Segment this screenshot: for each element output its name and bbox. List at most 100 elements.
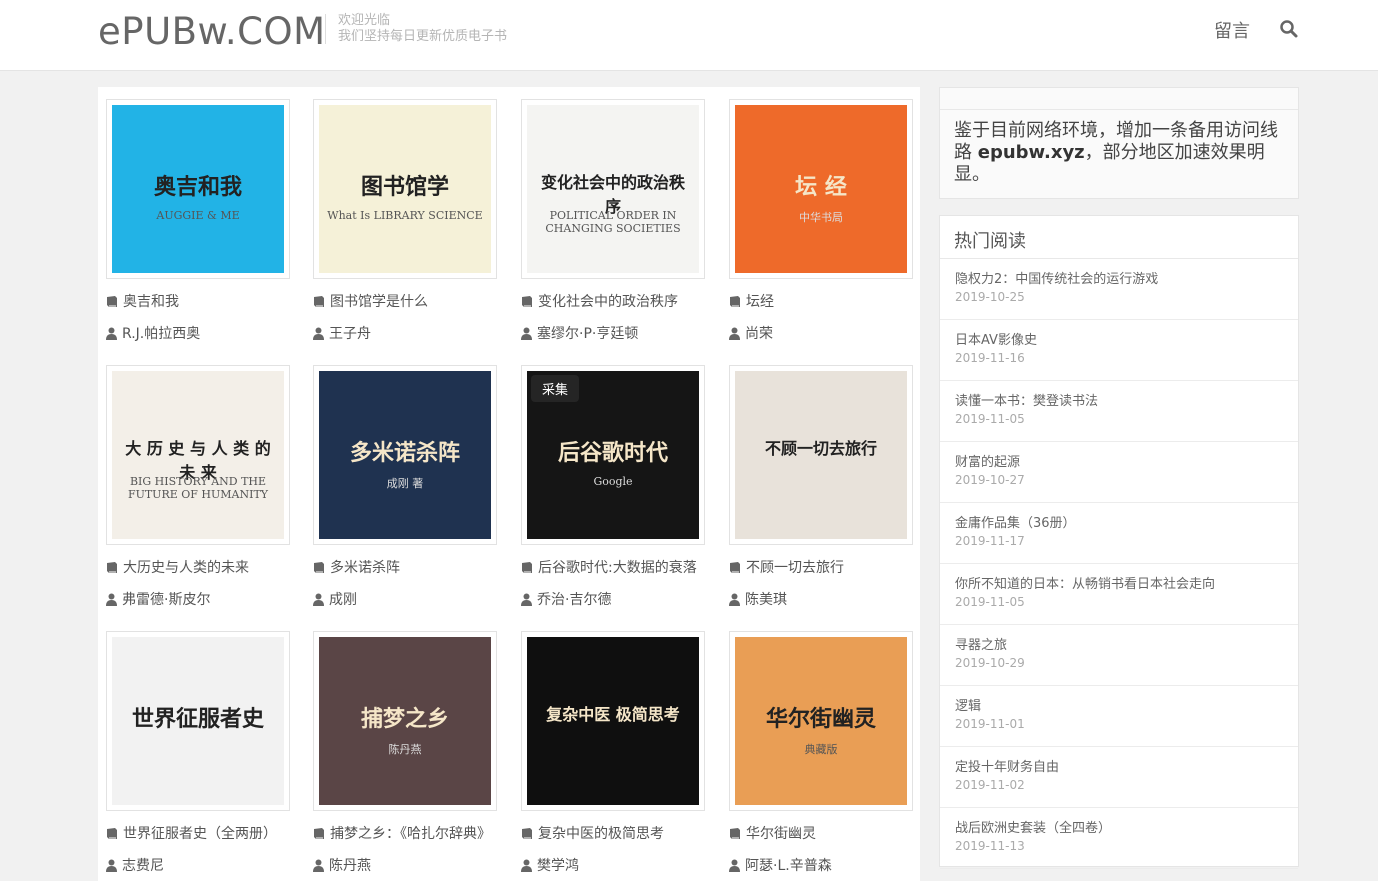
book-title-link[interactable]: 图书馆学是什么 [313, 291, 515, 312]
notice-header [940, 88, 1298, 110]
hot-item-date: 2019-11-17 [955, 534, 1025, 548]
hot-item[interactable]: 你所不知道的日本：从畅销书看日本社会走向 2019-11-05 [940, 564, 1298, 625]
book-title[interactable]: 大历史与人类的未来 [123, 560, 249, 576]
hot-item-title[interactable]: 金庸作品集（36册） [955, 512, 1076, 531]
tagline-welcome: 欢迎光临 [338, 13, 391, 28]
book-cover[interactable]: 坛 经中华书局 [729, 99, 913, 279]
book-cover[interactable]: 世界征服者史 [106, 631, 290, 811]
book-author-name: 弗雷德·斯皮尔 [122, 592, 211, 608]
hot-item-title[interactable]: 读懂一本书：樊登读书法 [955, 390, 1098, 409]
user-icon [521, 859, 532, 876]
search-icon[interactable] [1279, 19, 1299, 39]
book-author: 志费尼 [106, 855, 308, 876]
book-cover[interactable]: 多米诺杀阵 成刚 著 [313, 365, 497, 545]
book-icon [729, 295, 741, 312]
book-author: 陈丹燕 [313, 855, 515, 876]
hot-item-title[interactable]: 日本AV影像史 [955, 329, 1037, 348]
book-icon [313, 561, 325, 578]
site-logo[interactable]: ePUBw.COM [98, 10, 326, 53]
hot-item-title[interactable]: 你所不知道的日本：从畅销书看日本社会走向 [955, 573, 1215, 592]
hot-item-title[interactable]: 战后欧洲史套装（全四卷） [955, 817, 1111, 836]
book-cover[interactable]: 复杂中医 极简思考 [521, 631, 705, 811]
hot-item-date: 2019-11-05 [955, 412, 1025, 426]
book-cover[interactable]: 图书馆学 What Is LIBRARY SCIENCE [313, 99, 497, 279]
book-author-name: 阿瑟·L.辛普森 [745, 858, 832, 874]
cover-title: 不顾一切去旅行 [764, 438, 877, 458]
cover-image: 捕梦之乡 陈丹燕 [319, 637, 491, 805]
book-cover[interactable]: 大 历 史 与 人 类 的 未 来 BIG HISTORY AND THE FUT… [106, 365, 290, 545]
book-cover[interactable]: 后谷歌时代 Google 采集 [521, 365, 705, 545]
book-icon [729, 827, 741, 844]
hot-item-title[interactable]: 隐权力2：中国传统社会的运行游戏 [955, 268, 1158, 287]
book-title[interactable]: 变化社会中的政治秩序 [538, 294, 678, 310]
book-icon [106, 827, 118, 844]
hot-item[interactable]: 隐权力2：中国传统社会的运行游戏 2019-10-25 [940, 259, 1298, 320]
book-title-link[interactable]: 大历史与人类的未来 [106, 557, 308, 578]
book-author-name: 乔治·吉尔德 [537, 592, 612, 608]
hot-item[interactable]: 寻器之旅 2019-10-29 [940, 625, 1298, 686]
book-cover[interactable]: 捕梦之乡 陈丹燕 [313, 631, 497, 811]
hot-item-date: 2019-11-01 [955, 717, 1025, 731]
book-author-name: 陈美琪 [745, 592, 787, 608]
book-title-link[interactable]: 不顾一切去旅行 [729, 557, 931, 578]
hot-item-date: 2019-10-27 [955, 473, 1025, 487]
hot-item-title[interactable]: 寻器之旅 [955, 634, 1007, 653]
user-icon [106, 859, 117, 876]
cover-image: 世界征服者史 [112, 637, 284, 805]
book-title-link[interactable]: 变化社会中的政治秩序 [521, 291, 723, 312]
cover-image: 后谷歌时代 Google 采集 [527, 371, 699, 539]
book-author-name: R.J.帕拉西奥 [122, 326, 201, 342]
hot-reading-panel: 热门阅读 隐权力2：中国传统社会的运行游戏 2019-10-25 日本AV影像史 20… [939, 215, 1299, 869]
book-title[interactable]: 奥吉和我 [123, 294, 179, 310]
book-icon [313, 827, 325, 844]
book-title-link[interactable]: 坛经 [729, 291, 931, 312]
hot-item[interactable]: 逻辑 2019-11-01 [940, 686, 1298, 747]
cover-image: 坛 经中华书局 [735, 105, 907, 273]
book-cover[interactable]: 奥吉和我 AUGGIE & ME [106, 99, 290, 279]
cover-subtitle: BIG HISTORY AND THE FUTURE OF HUMANITY [127, 475, 269, 502]
book-icon [106, 561, 118, 578]
book-title[interactable]: 华尔街幽灵 [746, 826, 816, 842]
nav-message-link[interactable]: 留言 [1214, 17, 1250, 43]
book-icon [313, 295, 325, 312]
hot-item-title[interactable]: 财富的起源 [955, 451, 1020, 470]
tagline-slogan: 我们坚持每日更新优质电子书 [338, 29, 508, 44]
book-cover[interactable]: 华尔街幽灵 典藏版 [729, 631, 913, 811]
hot-item-title[interactable]: 逻辑 [955, 695, 981, 714]
hot-item-title[interactable]: 定投十年财务自由 [955, 756, 1059, 775]
hot-item[interactable]: 读懂一本书：樊登读书法 2019-11-05 [940, 381, 1298, 442]
book-title[interactable]: 复杂中医的极简思考 [538, 826, 664, 842]
book-title[interactable]: 后谷歌时代:大数据的衰落 [538, 560, 697, 576]
book-cover[interactable]: 变化社会中的政治秩序 POLITICAL ORDER IN CHANGING SO… [521, 99, 705, 279]
cover-title: 奥吉和我 [153, 173, 242, 200]
book-title[interactable]: 多米诺杀阵 [330, 560, 400, 576]
book-author: 乔治·吉尔德 [521, 589, 723, 610]
book-title-link[interactable]: 捕梦之乡：《哈扎尔辞典》 [313, 823, 515, 844]
book-author: 塞缪尔·P·亨廷顿 [521, 323, 723, 344]
book-title[interactable]: 世界征服者史（全两册） [123, 826, 277, 842]
book-title-link[interactable]: 华尔街幽灵 [729, 823, 931, 844]
book-title-link[interactable]: 世界征服者史（全两册） [106, 823, 308, 844]
book-title[interactable]: 捕梦之乡：《哈扎尔辞典》 [330, 826, 491, 842]
book-title-link[interactable]: 多米诺杀阵 [313, 557, 515, 578]
book-author: 阿瑟·L.辛普森 [729, 855, 931, 876]
notice-text: 鉴于目前网络环境，增加一条备用访问线路 epubw.xyz，部分地区加速效果明显… [954, 120, 1290, 186]
book-cover[interactable]: 不顾一切去旅行 [729, 365, 913, 545]
hot-item[interactable]: 金庸作品集（36册） 2019-11-17 [940, 503, 1298, 564]
hot-item[interactable]: 日本AV影像史 2019-11-16 [940, 320, 1298, 381]
hot-item[interactable]: 定投十年财务自由 2019-11-02 [940, 747, 1298, 808]
book-title[interactable]: 图书馆学是什么 [330, 294, 428, 310]
cover-title: 复杂中医 极简思考 [546, 704, 680, 724]
cover-image: 大 历 史 与 人 类 的 未 来 BIG HISTORY AND THE FUT… [112, 371, 284, 539]
book-title[interactable]: 不顾一切去旅行 [746, 560, 844, 576]
book-title-link[interactable]: 后谷歌时代:大数据的衰落 [521, 557, 723, 578]
hot-item-date: 2019-11-13 [955, 839, 1025, 853]
cover-image: 变化社会中的政治秩序 POLITICAL ORDER IN CHANGING SO… [527, 105, 699, 273]
book-title-link[interactable]: 奥吉和我 [106, 291, 308, 312]
book-title-link[interactable]: 复杂中医的极简思考 [521, 823, 723, 844]
book-title[interactable]: 坛经 [746, 294, 774, 310]
cover-subtitle: Google [593, 475, 633, 489]
hot-item[interactable]: 财富的起源 2019-10-27 [940, 442, 1298, 503]
hot-item[interactable]: 战后欧洲史套装（全四卷） 2019-11-13 [940, 808, 1298, 869]
book-author: 弗雷德·斯皮尔 [106, 589, 308, 610]
